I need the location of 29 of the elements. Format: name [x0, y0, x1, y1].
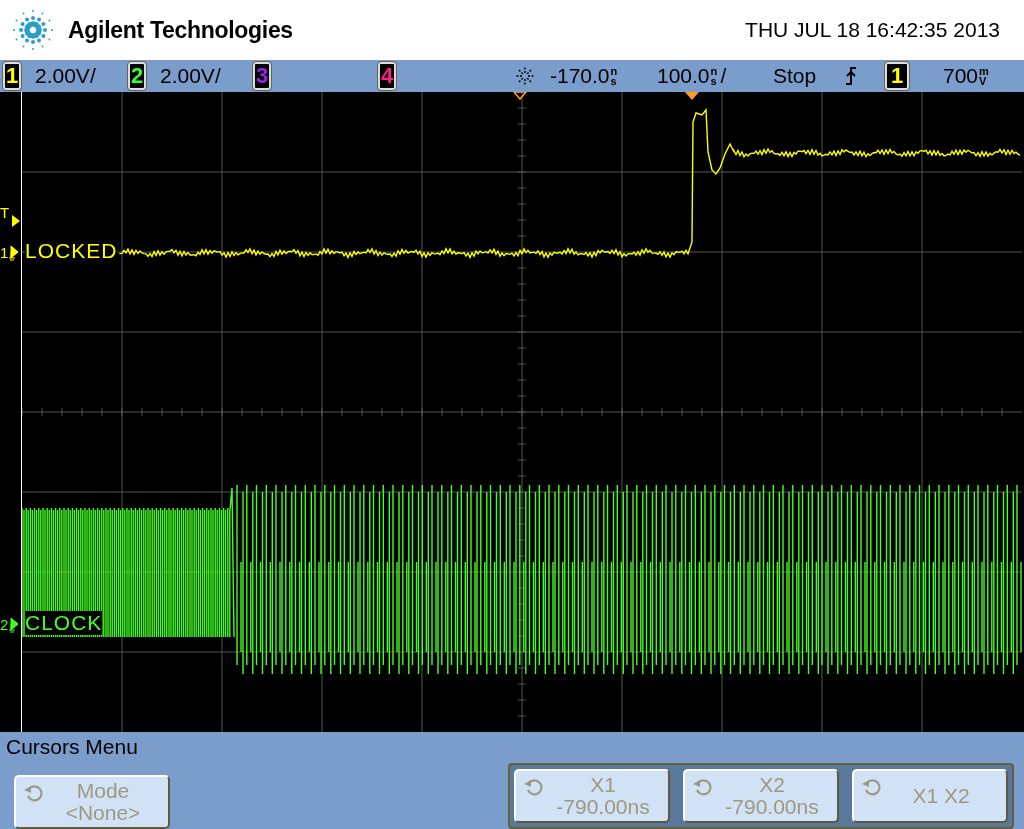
menu-title: Cursors Menu — [6, 735, 138, 759]
delay-icon — [514, 65, 536, 87]
trigger-arrow-icon — [12, 215, 20, 227]
cursor-softkey[interactable]: X2 -790.00ns — [683, 769, 839, 823]
date-time: THU JUL 18 16:42:35 2013 — [745, 18, 1000, 42]
rotate-icon — [692, 777, 714, 797]
channel-badge[interactable]: 2 — [128, 62, 146, 90]
channel-scale: 2.00V/ — [160, 64, 221, 88]
trace-label: CLOCK — [25, 611, 103, 635]
ground-arrow-icon — [9, 618, 19, 634]
channel-badge[interactable]: 3 — [253, 62, 271, 90]
channel-marker: 2 — [0, 616, 9, 633]
rotate-icon — [861, 777, 883, 797]
brand-name: Agilent Technologies — [68, 16, 293, 44]
channel-scale: 2.00V/ — [35, 64, 96, 88]
channel-marker: 1 — [0, 244, 9, 261]
rotate-icon — [23, 783, 45, 803]
mode-softkey[interactable]: Mode <None> — [14, 775, 170, 829]
ground-arrow-icon — [9, 246, 19, 262]
channel-badge[interactable]: 1 — [3, 62, 21, 90]
cursor-softkey[interactable]: X1 -790.00ns — [514, 769, 670, 823]
rotate-icon — [523, 777, 545, 797]
trigger-source-badge[interactable]: 1 — [885, 62, 909, 90]
delay-marker-icon — [512, 92, 528, 101]
channel-badge[interactable]: 4 — [378, 62, 396, 90]
run-state: Stop — [773, 64, 817, 88]
trigger-level-marker: T — [0, 204, 10, 221]
rising-edge-icon — [845, 66, 857, 86]
cursor-softkey[interactable]: X1 X2 — [852, 769, 1008, 823]
